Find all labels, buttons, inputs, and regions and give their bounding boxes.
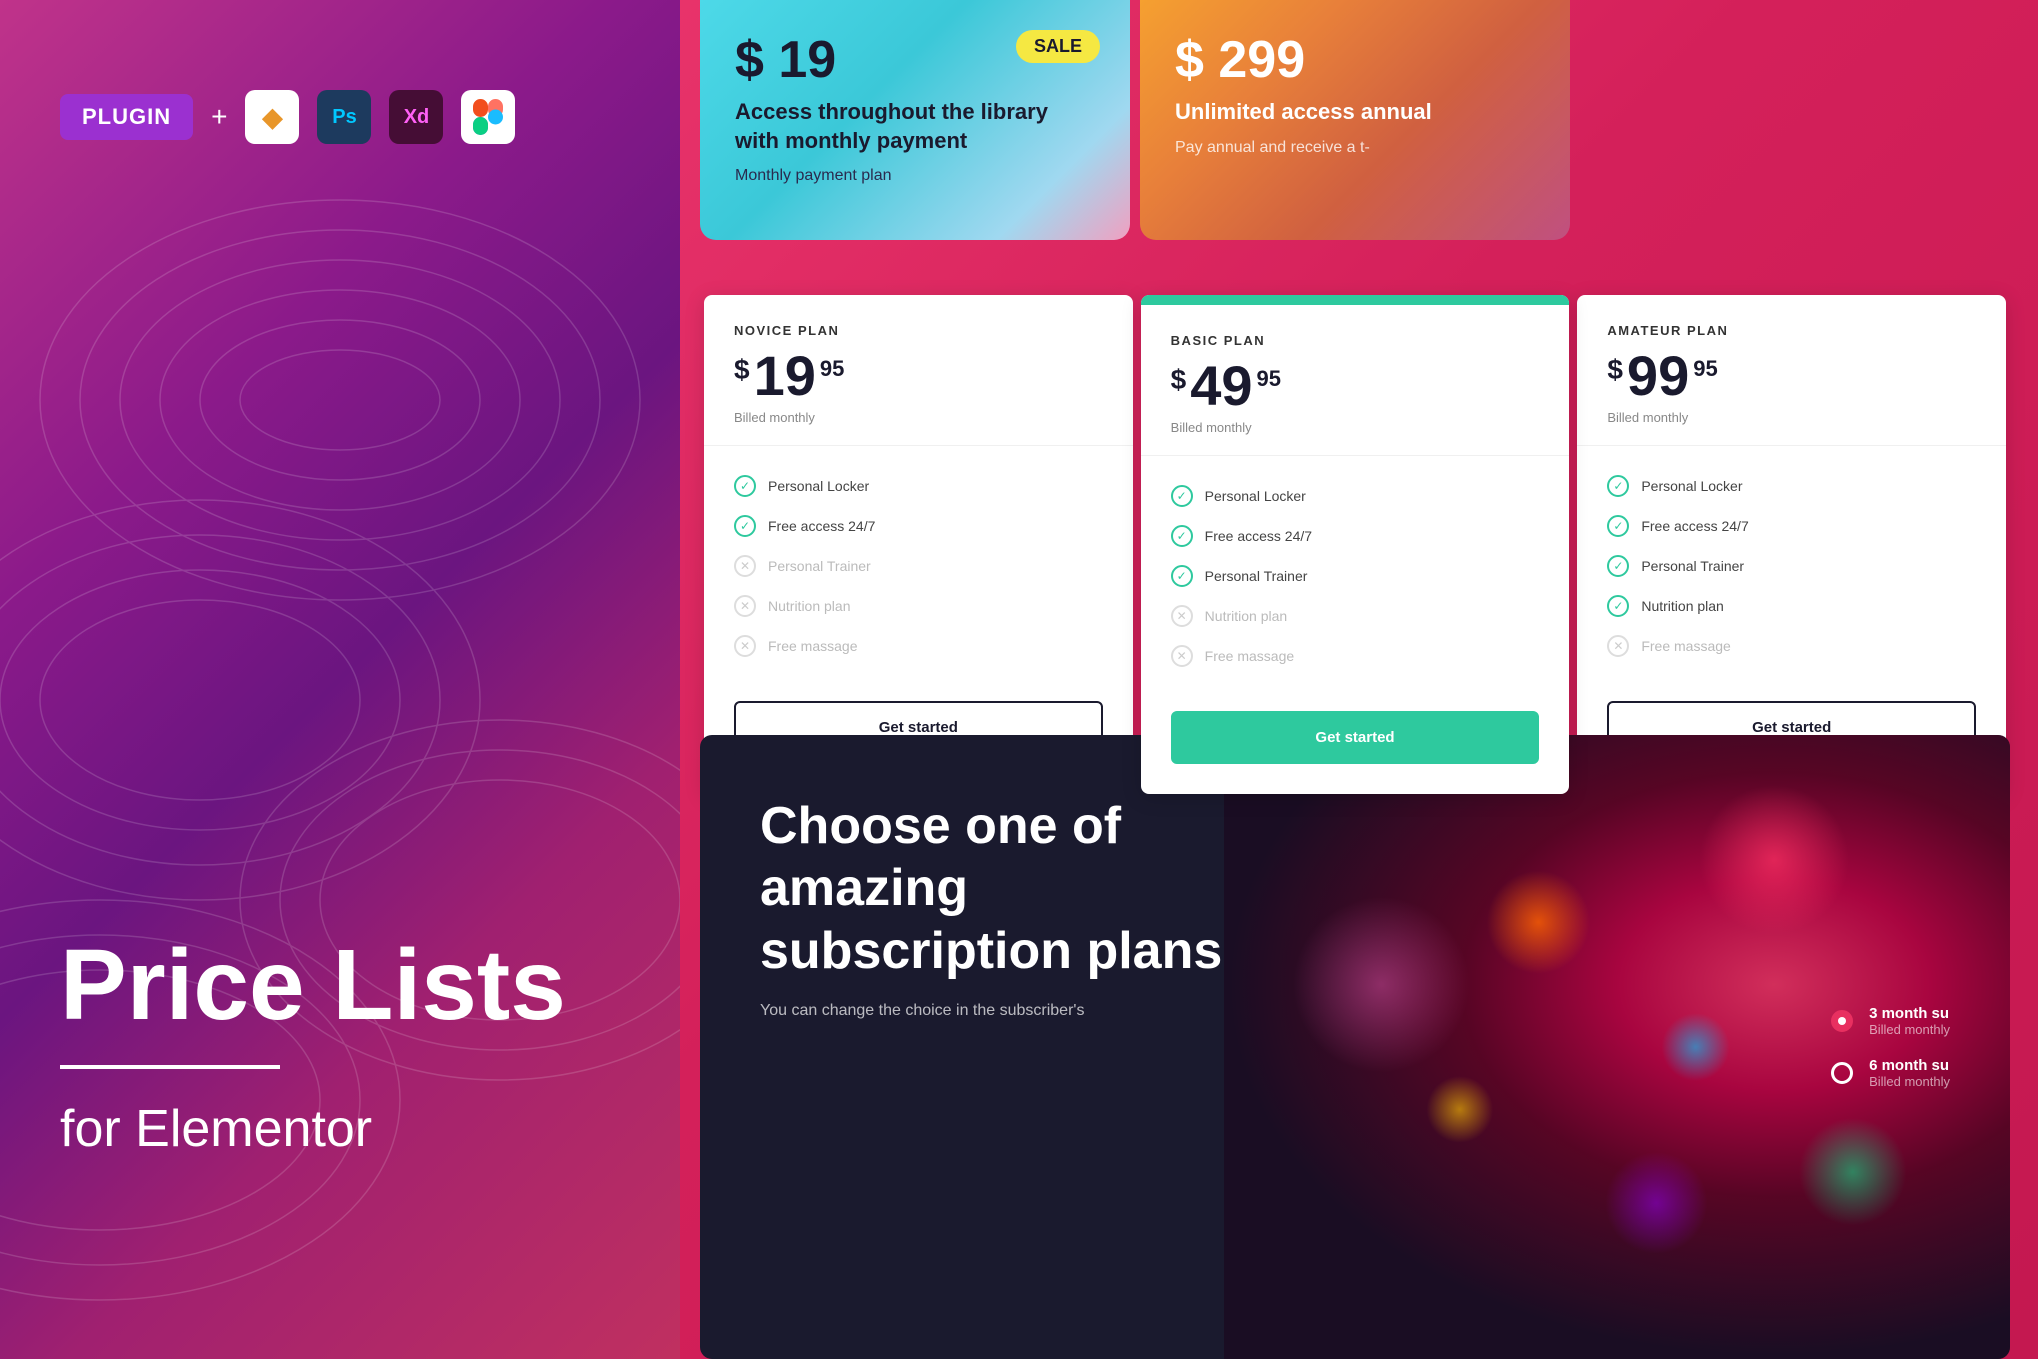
plus-sign: +: [211, 101, 227, 133]
basic-billed: Billed monthly: [1171, 420, 1540, 435]
amateur-dollar: $: [1607, 354, 1623, 386]
check-icon: ✓: [734, 475, 756, 497]
sale-badge: SALE: [1016, 30, 1100, 63]
list-item: ✓ Personal Locker: [1607, 466, 1976, 506]
basic-header: BASIC PLAN $ 49 95 Billed monthly: [1141, 305, 1570, 456]
sub-option-6month-label: 6 month su: [1869, 1057, 1950, 1074]
radio-inner: [1838, 1017, 1846, 1025]
amateur-price-cents: 95: [1693, 356, 1717, 382]
basic-plan-card: BASIC PLAN $ 49 95 Billed monthly ✓ Pers…: [1141, 295, 1570, 794]
radio-6month[interactable]: [1831, 1062, 1853, 1084]
cross-icon: ✕: [734, 635, 756, 657]
list-item: ✓ Personal Locker: [1171, 476, 1540, 516]
list-item: ✓ Personal Trainer: [1171, 556, 1540, 596]
plugin-row: PLUGIN + ◆ Ps Xd: [60, 90, 515, 144]
amateur-price-row: $ 99 95: [1607, 348, 1976, 404]
divider: [60, 1065, 280, 1069]
novice-header: NOVICE PLAN $ 19 95 Billed monthly: [704, 295, 1133, 446]
left-panel: PLUGIN + ◆ Ps Xd Price Lists for Element…: [0, 0, 680, 1359]
cross-icon: ✕: [1171, 645, 1193, 667]
list-item: ✕ Free massage: [1607, 626, 1976, 666]
basic-footer: Get started: [1141, 696, 1570, 794]
bottom-subtitle: You can change the choice in the subscri…: [760, 1002, 1210, 1020]
pricing-table: NOVICE PLAN $ 19 95 Billed monthly ✓ Per…: [700, 295, 2010, 794]
annual-card: $ 299 Unlimited access annual Pay annual…: [1140, 0, 1570, 240]
annual-description: Unlimited access annual: [1175, 98, 1535, 127]
basic-get-started-button[interactable]: Get started: [1171, 711, 1540, 764]
novice-plan-name: NOVICE PLAN: [734, 323, 1103, 338]
amateur-billed: Billed monthly: [1607, 410, 1976, 425]
basic-price-row: $ 49 95: [1171, 358, 1540, 414]
amateur-plan-name: AMATEUR PLAN: [1607, 323, 1976, 338]
list-item: ✕ Free massage: [1171, 636, 1540, 676]
basic-dollar: $: [1171, 364, 1187, 396]
amateur-features: ✓ Personal Locker ✓ Free access 24/7 ✓ P…: [1577, 446, 2006, 686]
radio-3month[interactable]: [1831, 1010, 1853, 1032]
check-icon: ✓: [1607, 555, 1629, 577]
basic-price-main: 49: [1190, 358, 1252, 414]
figma-icon: [461, 90, 515, 144]
list-item: ✕ Nutrition plan: [1171, 596, 1540, 636]
cross-icon: ✕: [1607, 635, 1629, 657]
amateur-plan-card: AMATEUR PLAN $ 99 95 Billed monthly ✓ Pe…: [1577, 295, 2006, 794]
novice-billed: Billed monthly: [734, 410, 1103, 425]
right-panel: SALE $ 19 Access throughout the library …: [680, 0, 2038, 1359]
check-icon: ✓: [1171, 485, 1193, 507]
check-icon: ✓: [1607, 475, 1629, 497]
check-icon: ✓: [734, 515, 756, 537]
novice-price-main: 19: [754, 348, 816, 404]
novice-price-cents: 95: [820, 356, 844, 382]
plugin-badge: PLUGIN: [60, 94, 193, 140]
annual-subtitle: Pay annual and receive a t-: [1175, 139, 1535, 157]
amateur-header: AMATEUR PLAN $ 99 95 Billed monthly: [1577, 295, 2006, 446]
check-icon: ✓: [1171, 525, 1193, 547]
check-icon: ✓: [1607, 515, 1629, 537]
novice-features: ✓ Personal Locker ✓ Free access 24/7 ✕ P…: [704, 446, 1133, 686]
check-icon: ✓: [1171, 565, 1193, 587]
monthly-description: Access throughout the library with month…: [735, 98, 1095, 155]
top-cards-row: SALE $ 19 Access throughout the library …: [700, 0, 2020, 240]
basic-plan-name: BASIC PLAN: [1171, 333, 1540, 348]
novice-price-row: $ 19 95: [734, 348, 1103, 404]
novice-plan-card: NOVICE PLAN $ 19 95 Billed monthly ✓ Per…: [704, 295, 1133, 794]
subscription-option-6month[interactable]: 6 month su Billed monthly: [1831, 1057, 1950, 1089]
featured-bar: [1141, 295, 1570, 305]
list-item: ✓ Free access 24/7: [734, 506, 1103, 546]
cross-icon: ✕: [734, 555, 756, 577]
page-title: Price Lists: [60, 935, 566, 1035]
annual-price: $ 299: [1175, 30, 1535, 90]
monthly-subtitle: Monthly payment plan: [735, 167, 1095, 185]
xd-icon: Xd: [389, 90, 443, 144]
subscription-options: 3 month su Billed monthly 6 month su Bil…: [1831, 1005, 1950, 1089]
amateur-price-main: 99: [1627, 348, 1689, 404]
sub-option-3month-label: 3 month su: [1869, 1005, 1950, 1022]
list-item: ✕ Personal Trainer: [734, 546, 1103, 586]
sketch-icon: ◆: [245, 90, 299, 144]
bottom-subscription-section: Choose one of amazing subscription plans…: [700, 735, 2010, 1359]
subtitle-text: for Elementor: [60, 1099, 566, 1159]
cross-icon: ✕: [734, 595, 756, 617]
list-item: ✓ Free access 24/7: [1607, 506, 1976, 546]
left-bottom-text: Price Lists for Elementor: [60, 935, 566, 1159]
cross-icon: ✕: [1171, 605, 1193, 627]
photoshop-icon: Ps: [317, 90, 371, 144]
novice-dollar: $: [734, 354, 750, 386]
list-item: ✓ Personal Trainer: [1607, 546, 1976, 586]
list-item: ✕ Free massage: [734, 626, 1103, 666]
check-icon: ✓: [1607, 595, 1629, 617]
list-item: ✓ Personal Locker: [734, 466, 1103, 506]
subscription-option-3month[interactable]: 3 month su Billed monthly: [1831, 1005, 1950, 1037]
list-item: ✕ Nutrition plan: [734, 586, 1103, 626]
basic-price-cents: 95: [1257, 366, 1281, 392]
basic-features: ✓ Personal Locker ✓ Free access 24/7 ✓ P…: [1141, 456, 1570, 696]
bottom-title: Choose one of amazing subscription plans: [760, 795, 1260, 982]
monthly-card: SALE $ 19 Access throughout the library …: [700, 0, 1130, 240]
sub-option-6month-sublabel: Billed monthly: [1869, 1074, 1950, 1089]
list-item: ✓ Free access 24/7: [1171, 516, 1540, 556]
sub-option-3month-sublabel: Billed monthly: [1869, 1022, 1950, 1037]
list-item: ✓ Nutrition plan: [1607, 586, 1976, 626]
